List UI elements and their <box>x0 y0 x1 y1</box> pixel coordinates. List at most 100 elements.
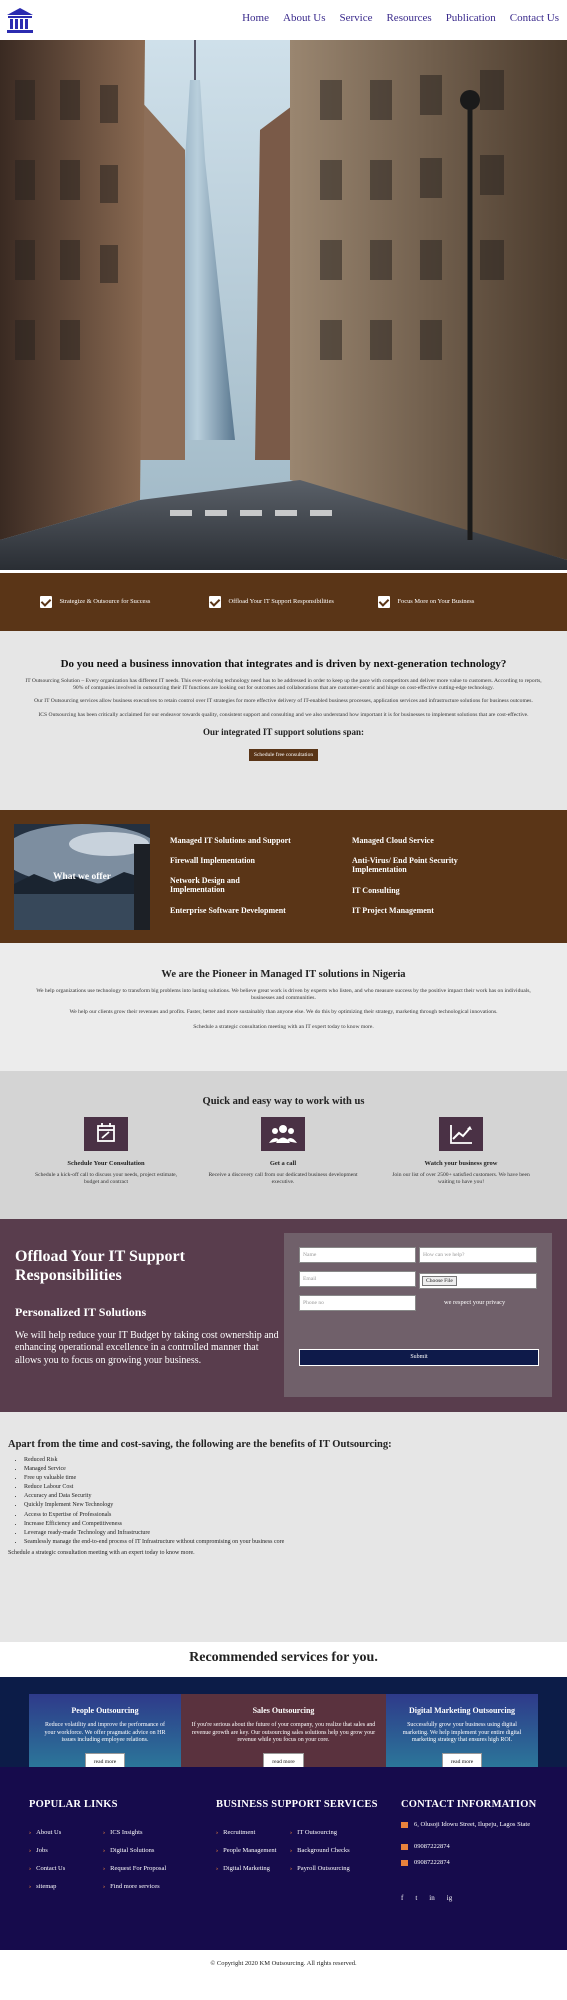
check-icon <box>377 596 390 608</box>
check-icon <box>39 596 52 608</box>
service-link-cloud[interactable]: Managed Cloud Service <box>352 836 434 845</box>
contact-form: Name How can we help? Email Choose File … <box>284 1233 552 1397</box>
innovation-title: Do you need a business innovation that i… <box>60 658 507 670</box>
main-nav: Home About Us Service Resources Publicat… <box>242 12 559 24</box>
help-field[interactable]: How can we help? <box>419 1247 537 1263</box>
footer-link[interactable]: People Management <box>216 1847 276 1854</box>
calendar-edit-icon <box>84 1117 128 1151</box>
submit-button[interactable]: Submit <box>299 1349 539 1366</box>
offload-section: Offload Your IT Support Responsibilities… <box>0 1219 567 1412</box>
footer-link[interactable]: About Us <box>29 1829 61 1836</box>
step-text: Receive a discovery call from our dedica… <box>208 1172 358 1185</box>
nav-contact-us[interactable]: Contact Us <box>510 12 559 24</box>
benefit-item: Increase Efficiency and Competitiveness <box>24 1520 559 1529</box>
highlights-strip: Strategize & Outsource for Success Offlo… <box>0 573 567 631</box>
contact-info-title: CONTACT INFORMATION <box>401 1799 537 1810</box>
service-link-it-consulting[interactable]: IT Consulting <box>352 886 400 895</box>
twitter-icon[interactable]: t <box>415 1894 417 1902</box>
nav-publication[interactable]: Publication <box>446 12 496 24</box>
schedule-consultation-button[interactable]: Schedule free consultation <box>248 748 319 761</box>
benefit-item: Leverage ready-made Technology and Infra… <box>24 1529 559 1538</box>
benefit-item: Quickly Implement New Technology <box>24 1501 559 1510</box>
phone-field[interactable]: Phone no <box>299 1295 416 1311</box>
service-link-project-management[interactable]: IT Project Management <box>352 906 434 915</box>
benefit-item: Accuracy and Data Security <box>24 1492 559 1501</box>
quick-title: Quick and easy way to work with us <box>202 1096 365 1107</box>
footer-link[interactable]: IT Outsourcing <box>290 1829 337 1836</box>
recommended-section: Recommended services for you. People Out… <box>0 1642 567 1809</box>
benefit-item: Access to Expertise of Professionals <box>24 1511 559 1520</box>
card-text: Successfully grow your business using di… <box>402 1722 522 1743</box>
footer-link[interactable]: Digital Solutions <box>103 1847 154 1854</box>
services-section: What we offer Managed IT Solutions and S… <box>0 810 567 943</box>
what-we-offer-image: What we offer <box>14 824 150 930</box>
footer-link[interactable]: Payroll Outsourcing <box>290 1865 350 1872</box>
footer-link[interactable]: Contact Us <box>29 1865 65 1872</box>
innovation-paragraph: ICS Outsourcing has been critically accl… <box>38 711 529 718</box>
users-group-icon <box>261 1117 305 1151</box>
highlight-text: Offload Your IT Support Responsibilities <box>228 598 334 605</box>
footer-link[interactable]: ICS Insights <box>103 1829 142 1836</box>
footer-link[interactable]: Recruitment <box>216 1829 255 1836</box>
pioneer-paragraph: We help organizations use technology to … <box>36 988 531 1002</box>
phone-icon <box>401 1844 408 1850</box>
footer-link[interactable]: Digital Marketing <box>216 1865 270 1872</box>
step-title: Schedule Your Consultation <box>67 1160 145 1167</box>
footer-link[interactable]: Background Checks <box>290 1847 350 1854</box>
nav-resources[interactable]: Resources <box>386 12 431 24</box>
phone-icon <box>401 1860 408 1866</box>
offload-title: Offload Your IT Support Responsibilities <box>15 1248 185 1284</box>
email-field[interactable]: Email <box>299 1271 416 1287</box>
benefit-item: Reduce Labour Cost <box>24 1483 559 1492</box>
innovation-section: Do you need a business innovation that i… <box>0 631 567 810</box>
phone-line: 09087222874 <box>401 1859 450 1867</box>
service-link-antivirus[interactable]: Anti-Virus/ End Point Security Implement… <box>352 856 502 874</box>
popular-links-title: POPULAR LINKS <box>29 1799 118 1810</box>
step-card: Watch your business grow Join our list o… <box>386 1117 536 1186</box>
benefit-item: Free up valuable time <box>24 1474 559 1483</box>
how-it-works-section: Quick and easy way to work with us Sched… <box>0 1071 567 1219</box>
social-links: f t in ig <box>401 1894 452 1902</box>
nav-about-us[interactable]: About Us <box>283 12 325 24</box>
map-pin-icon <box>401 1822 408 1828</box>
facebook-icon[interactable]: f <box>401 1894 403 1902</box>
institution-columns-icon[interactable] <box>6 6 34 34</box>
step-title: Watch your business grow <box>424 1160 498 1167</box>
pioneer-title: We are the Pioneer in Managed IT solutio… <box>161 969 406 980</box>
footer-link[interactable]: Find more services <box>103 1883 159 1890</box>
address-line: 6, Olusoji Idowu Street, Ilupeju, Lagos … <box>401 1821 541 1829</box>
check-icon <box>208 596 221 608</box>
service-link-firewall[interactable]: Firewall Implementation <box>170 856 255 865</box>
benefits-section: Apart from the time and cost-saving, the… <box>0 1412 567 1642</box>
offload-text: We will help reduce your IT Budget by ta… <box>15 1330 279 1366</box>
nav-service[interactable]: Service <box>339 12 372 24</box>
nav-home[interactable]: Home <box>242 12 269 24</box>
card-text: Reduce volatility and improve the perfor… <box>44 1722 166 1743</box>
what-we-offer-label: What we offer <box>52 872 112 882</box>
footer-link[interactable]: sitemap <box>29 1883 56 1890</box>
offload-subtitle: Personalized IT Solutions <box>15 1305 147 1319</box>
choose-file-button[interactable]: Choose File <box>422 1276 457 1286</box>
highlight-text: Focus More on Your Business <box>397 598 475 605</box>
instagram-icon[interactable]: ig <box>447 1894 452 1902</box>
pioneer-paragraph: Schedule a strategic consultation meetin… <box>193 1023 374 1030</box>
hero-image <box>0 40 567 570</box>
footer-link[interactable]: Jobs <box>29 1847 48 1854</box>
card-title: Digital Marketing Outsourcing <box>408 1706 516 1715</box>
service-link-managed-it[interactable]: Managed IT Solutions and Support <box>170 836 291 845</box>
phone-line: 09087222874 <box>401 1843 450 1851</box>
highlight-item: Strategize & Outsource for Success <box>39 596 190 608</box>
benefit-item: Managed Service <box>24 1465 559 1474</box>
service-link-enterprise-software[interactable]: Enterprise Software Development <box>170 906 286 915</box>
step-card: Schedule Your Consultation Schedule a ki… <box>31 1117 181 1186</box>
innovation-paragraph: IT Outsourcing Solution – Every organiza… <box>25 678 542 692</box>
benefit-item: Reduced Risk <box>24 1456 559 1465</box>
support-services-title: BUSINESS SUPPORT SERVICES <box>216 1799 378 1810</box>
file-upload[interactable]: Choose File <box>419 1273 537 1289</box>
innovation-subtitle: Our integrated IT support solutions span… <box>203 726 364 737</box>
benefits-title: Apart from the time and cost-saving, the… <box>8 1439 392 1450</box>
linkedin-icon[interactable]: in <box>429 1894 434 1902</box>
service-link-network-design[interactable]: Network Design and Implementation <box>170 876 290 894</box>
name-field[interactable]: Name <box>299 1247 416 1263</box>
footer-link[interactable]: Request For Proposal <box>103 1865 166 1872</box>
